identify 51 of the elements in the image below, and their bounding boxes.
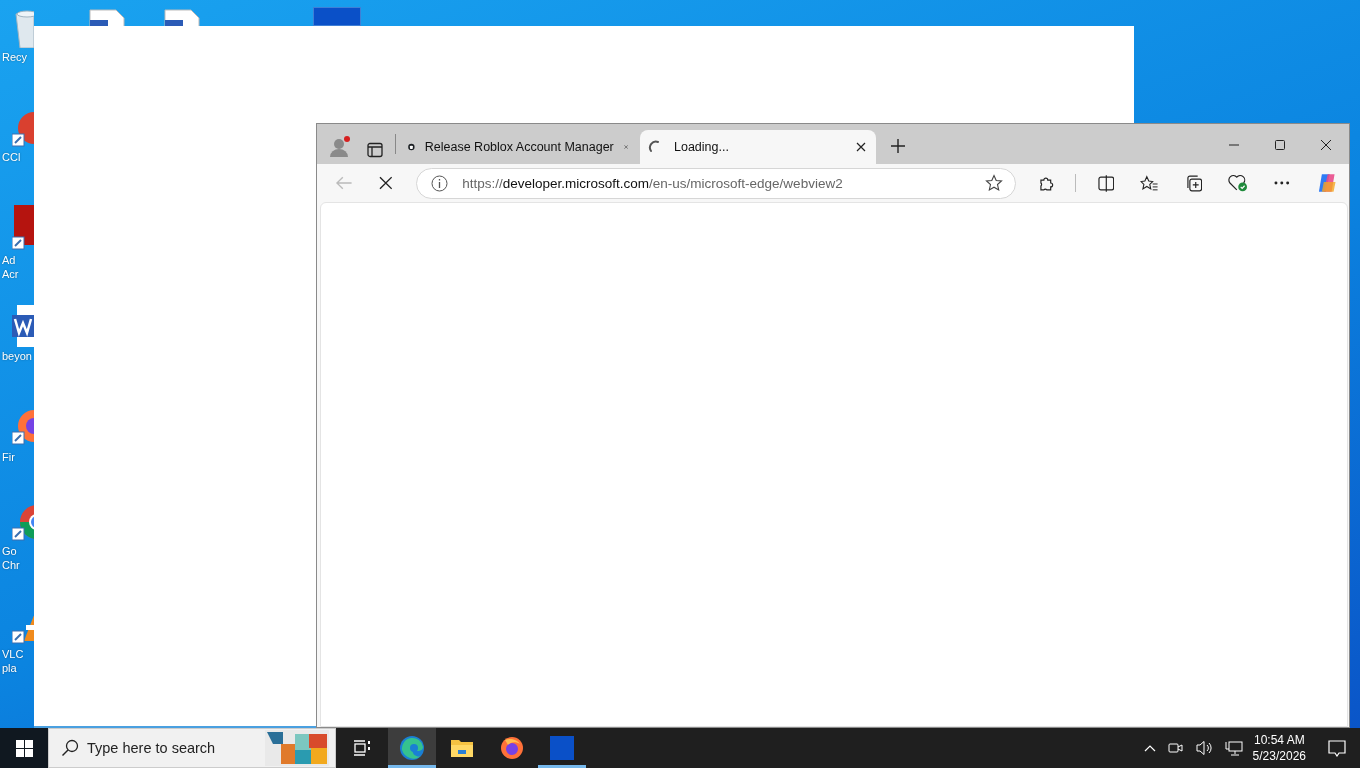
document-icon[interactable] — [88, 8, 126, 26]
desktop-icon-label: beyon — [2, 349, 32, 363]
desktop-icon-label: Ad — [2, 253, 16, 267]
desktop-icon-label: Fir — [2, 450, 15, 464]
star-icon[interactable] — [985, 174, 1004, 192]
folder-icon — [450, 738, 474, 758]
collections-icon[interactable] — [1184, 174, 1203, 192]
word-document-icon[interactable] — [12, 305, 34, 347]
profile-icon[interactable] — [329, 136, 351, 158]
info-icon[interactable] — [431, 174, 449, 192]
desktop-icon-label: CCl — [2, 150, 21, 164]
network-icon[interactable] — [1224, 740, 1243, 756]
app-icon — [550, 736, 574, 760]
document-icon[interactable] — [163, 8, 201, 26]
speaker-icon[interactable] — [1195, 740, 1213, 756]
new-tab-icon[interactable] — [890, 138, 906, 154]
start-button[interactable] — [0, 728, 48, 768]
url-text: https://developer.microsoft.com/en-us/microsoft-edge/webview2 — [462, 175, 843, 191]
search-field[interactable]: Type here to search — [87, 740, 257, 756]
heart-check-icon[interactable] — [1228, 174, 1248, 192]
chevron-up-icon[interactable] — [1143, 744, 1156, 752]
windows-icon — [15, 739, 33, 757]
favorites-icon[interactable] — [1140, 174, 1159, 192]
browser-tab[interactable]: Loading... — [640, 130, 876, 164]
desktop-icon-label: Chr — [2, 558, 20, 572]
firefox-icon — [500, 736, 524, 760]
task-view-icon — [353, 739, 371, 757]
acrobat-icon[interactable] — [12, 205, 34, 251]
tab-actions-icon[interactable] — [367, 142, 383, 158]
clock-date[interactable]: 5/23/2026 — [1252, 748, 1306, 764]
close-tab-icon[interactable] — [856, 142, 866, 152]
more-icon[interactable] — [1273, 181, 1290, 185]
browser-tab[interactable]: Release Roblox Account Manager — [402, 130, 638, 164]
recycle-bin-icon[interactable] — [12, 8, 34, 48]
notification-icon[interactable] — [1328, 739, 1346, 757]
search-icon — [61, 739, 79, 757]
close-icon[interactable] — [1320, 139, 1332, 151]
window-edge — [313, 7, 361, 26]
address-bar[interactable]: https://developer.microsoft.com/en-us/microsoft-edge/webview2 — [416, 167, 1017, 199]
taskbar-app[interactable] — [388, 728, 436, 768]
camera-icon[interactable] — [1167, 740, 1184, 756]
desktop-icon-label: Acr — [2, 267, 19, 281]
maximize-icon[interactable] — [1274, 139, 1286, 151]
clock-time[interactable]: 10:54 AM — [1253, 732, 1305, 748]
edge-icon — [399, 735, 425, 761]
desktop-icon-label: VLC — [2, 647, 24, 661]
stop-icon[interactable] — [378, 176, 393, 190]
desktop-icon-label: Go — [2, 544, 17, 558]
desktop-icon-label: Recy — [2, 50, 28, 64]
split-screen-icon[interactable] — [1097, 174, 1115, 192]
desktop-icon-label: pla — [2, 661, 17, 675]
